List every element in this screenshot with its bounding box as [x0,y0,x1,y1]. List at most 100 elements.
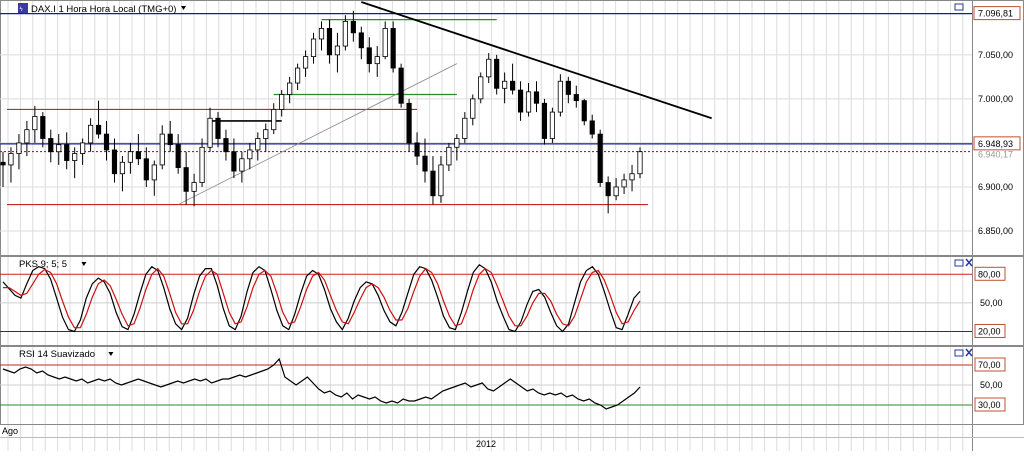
candle-up[interactable] [207,117,213,148]
candle-down[interactable] [95,124,102,135]
candle-up[interactable] [478,76,484,100]
candle-up[interactable] [8,153,14,166]
candle-down[interactable] [183,167,189,192]
y-tick-label: 6.850,00 [978,226,1013,236]
chart-canvas[interactable]: 7.050,007.000,006.950,006.900,006.850,00… [0,0,1024,451]
chart-symbol-icon[interactable]: ϟ [18,3,28,13]
candle-down[interactable] [541,102,548,139]
candle-up[interactable] [159,133,165,166]
candle-up[interactable] [613,186,619,197]
candle-down[interactable] [414,142,420,157]
candle-up[interactable] [486,58,492,78]
candle-up[interactable] [454,138,460,148]
candle-down[interactable] [350,20,356,34]
candle-up[interactable] [295,67,301,84]
candle-down[interactable] [573,94,579,102]
candle-up[interactable] [255,138,261,151]
candle-down[interactable] [398,67,404,104]
candle-down[interactable] [167,133,173,146]
candle-up[interactable] [374,56,380,65]
y-tick-label: 7.000,00 [978,94,1013,104]
background [0,0,1024,451]
candle-up[interactable] [342,20,348,47]
candle-down[interactable] [581,100,587,122]
candle-down[interactable] [597,133,603,183]
resistance-price-label: 7.096,81 [978,9,1013,19]
candle-up[interactable] [72,153,78,161]
support-price-label: 6.948,93 [978,139,1013,149]
candle-down[interactable] [605,182,611,197]
level-label: 50,00 [980,380,1003,390]
level-label: 20,00 [978,326,1001,336]
chart-window: 7.050,007.000,006.950,006.900,006.850,00… [0,0,1024,451]
candle-up[interactable] [446,146,452,166]
candle-down[interactable] [231,151,237,172]
candle-up[interactable] [263,129,269,139]
candle-up[interactable] [271,109,277,131]
candle-down[interactable] [406,102,412,144]
candle-up[interactable] [151,164,157,181]
candle-up[interactable] [127,151,133,163]
candle-down[interactable] [48,138,54,153]
candle-down[interactable] [589,120,595,135]
candle-down[interactable] [422,155,428,172]
candle-up[interactable] [470,98,476,119]
candle-up[interactable] [247,149,253,160]
candle-down[interactable] [223,138,229,153]
candle-down[interactable] [143,158,149,181]
candle-down[interactable] [517,89,524,113]
x-axis-left-label: Ago [2,426,18,436]
candle-up[interactable] [621,179,627,188]
candle-up[interactable] [318,28,325,40]
candle-up[interactable] [24,129,30,144]
stoch-title[interactable]: PKS 9; 5; 5 [19,259,67,270]
candle-up[interactable] [502,80,508,89]
candle-down[interactable] [494,58,500,89]
candle-up[interactable] [637,151,643,175]
candle-down[interactable] [510,80,516,91]
candle-down[interactable] [111,149,118,175]
candle-down[interactable] [430,170,436,197]
candle-up[interactable] [287,82,293,95]
last-price-label: 6.940,17 [978,150,1013,160]
candle-down[interactable] [0,161,6,166]
candle-down[interactable] [215,117,221,139]
candle-up[interactable] [87,124,94,144]
level-label: 30,00 [978,400,1001,410]
x-axis-year-label: 2012 [476,439,496,449]
candle-up[interactable] [557,80,563,113]
main-title[interactable]: DAX.I 1 Hora Hora Local (TMG+0) [31,4,176,15]
candle-down[interactable] [533,91,540,104]
candle-up[interactable] [310,38,317,58]
candle-down[interactable] [390,28,396,69]
candle-down[interactable] [175,144,181,168]
candle-up[interactable] [16,142,22,154]
candle-up[interactable] [525,91,532,113]
candle-up[interactable] [462,117,468,139]
rsi-title[interactable]: RSI 14 Suavizado [19,349,95,360]
candle-down[interactable] [358,32,364,49]
candle-down[interactable] [565,80,571,95]
candle-up[interactable] [191,182,197,192]
level-label: 50,00 [980,298,1003,308]
candle-down[interactable] [40,116,46,139]
candle-up[interactable] [629,173,635,181]
candle-up[interactable] [56,144,62,153]
candle-down[interactable] [64,144,70,161]
candle-up[interactable] [302,56,309,69]
candle-up[interactable] [32,116,38,131]
candle-up[interactable] [382,28,388,58]
level-label: 80,00 [978,269,1001,279]
candle-up[interactable] [334,45,341,56]
candle-down[interactable] [326,28,333,56]
candle-up[interactable] [279,94,285,110]
candle-up[interactable] [199,146,205,183]
candle-up[interactable] [438,164,444,197]
candle-down[interactable] [135,151,141,160]
candle-up[interactable] [239,158,245,172]
candle-down[interactable] [103,133,110,151]
candle-up[interactable] [119,161,126,175]
candle-down[interactable] [366,47,372,65]
candle-up[interactable] [80,142,86,154]
candle-up[interactable] [549,111,556,139]
